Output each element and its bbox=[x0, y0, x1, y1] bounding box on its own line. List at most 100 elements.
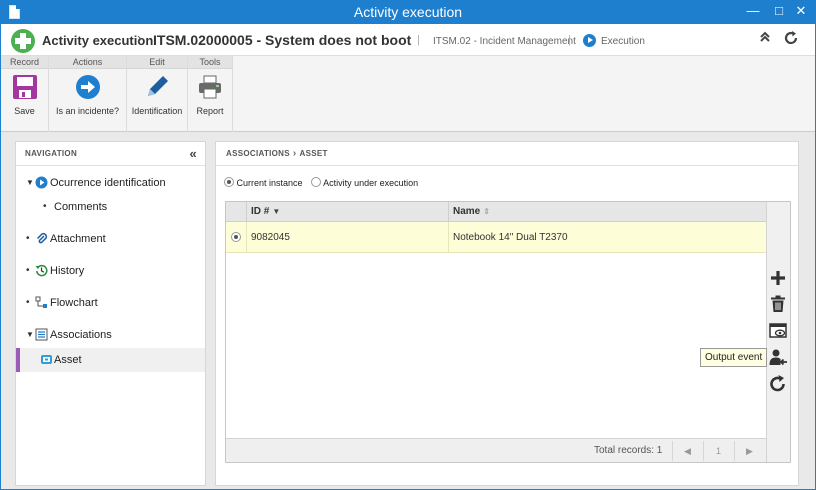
report-label: Report bbox=[196, 106, 224, 116]
play-circle-icon bbox=[583, 34, 596, 47]
navigation-header: NAVIGATION « bbox=[16, 142, 205, 166]
arrow-right-circle-icon bbox=[75, 75, 100, 99]
printer-icon bbox=[199, 75, 221, 99]
expand-arrow-icon: ▼ bbox=[26, 330, 34, 339]
collapse-left-icon[interactable]: « bbox=[189, 142, 197, 166]
save-label: Save bbox=[14, 106, 35, 116]
previous-page-button[interactable]: ◀ bbox=[672, 441, 702, 461]
identification-button[interactable]: Identification bbox=[127, 69, 187, 131]
is-incident-button[interactable]: Is an incidente? bbox=[49, 69, 126, 131]
collapse-up-icon[interactable] bbox=[755, 30, 775, 50]
sort-desc-icon: ▼ bbox=[272, 207, 281, 216]
instance-radio-group: Current instance Activity under executio… bbox=[224, 177, 424, 188]
asset-icon bbox=[41, 355, 52, 364]
pencil-icon bbox=[148, 76, 168, 96]
refresh-button[interactable] bbox=[768, 374, 788, 394]
paperclip-icon bbox=[36, 232, 48, 244]
flowchart-icon bbox=[35, 296, 47, 308]
ribbon-group-tools: Tools Report bbox=[188, 56, 233, 132]
nav-item-ocurrence-identification[interactable]: ▼ Ocurrence identification bbox=[16, 172, 205, 194]
user-output-icon bbox=[769, 349, 787, 366]
grid-header: ID # ▼ Name ⇕ bbox=[226, 202, 766, 222]
breadcrumb-item: ASSET bbox=[299, 149, 328, 158]
identification-label: Identification bbox=[131, 106, 183, 116]
refresh-icon bbox=[770, 375, 785, 392]
asset-panel: ASSOCIATIONS › ASSET Current instance Acti… bbox=[215, 141, 799, 486]
column-header-id[interactable]: ID # ▼ bbox=[246, 202, 448, 222]
bullet-icon: • bbox=[43, 201, 47, 212]
nav-item-history[interactable]: • History bbox=[16, 260, 205, 282]
radio-label: Activity under execution bbox=[323, 178, 419, 188]
nav-item-label: History bbox=[50, 265, 85, 277]
navigation-panel: NAVIGATION « ▼ Ocurrence identification … bbox=[15, 141, 206, 486]
radio-button[interactable] bbox=[311, 177, 322, 187]
nav-item-comments[interactable]: • Comments bbox=[16, 196, 205, 218]
view-button[interactable] bbox=[768, 321, 788, 341]
play-circle-icon bbox=[35, 176, 48, 189]
save-icon bbox=[12, 75, 37, 99]
report-button[interactable]: Report bbox=[188, 69, 232, 131]
nav-item-asset[interactable]: Asset bbox=[16, 348, 205, 372]
minimize-button[interactable]: — bbox=[740, 0, 766, 22]
output-event-tooltip: Output event bbox=[700, 348, 768, 367]
breadcrumb-item[interactable]: ASSOCIATIONS bbox=[226, 149, 290, 158]
history-clock-icon bbox=[35, 264, 48, 277]
ribbon-group-edit: Edit Identification bbox=[127, 56, 188, 132]
table-row[interactable]: 9082045 Notebook 14" Dual T2370 bbox=[226, 222, 766, 253]
ribbon-group-label: Edit bbox=[127, 56, 187, 69]
app-logo-icon bbox=[11, 29, 35, 53]
close-button[interactable]: ✕ bbox=[788, 0, 814, 22]
nav-item-label: Asset bbox=[54, 354, 82, 366]
cell-id: 9082045 bbox=[246, 222, 448, 253]
trash-icon bbox=[771, 295, 785, 312]
total-records: Total records: 1 bbox=[594, 445, 663, 456]
nav-item-label: Associations bbox=[50, 329, 112, 341]
column-header-name[interactable]: Name ⇕ bbox=[448, 202, 766, 222]
header-separator: | bbox=[568, 34, 571, 46]
is-incident-label: Is an incidente? bbox=[55, 106, 120, 116]
refresh-icon[interactable] bbox=[781, 30, 801, 50]
nav-item-label: Attachment bbox=[50, 233, 106, 245]
ribbon-toolbar: Record Save Actions Is an incidente? Edi… bbox=[1, 56, 815, 132]
ribbon-group-label: Tools bbox=[188, 56, 232, 69]
window-title-bar: Activity execution — □ ✕ bbox=[0, 0, 816, 24]
add-button[interactable] bbox=[768, 268, 788, 288]
record-header: Activity execution › ITSM.02000005 - Sys… bbox=[1, 24, 815, 56]
page-number: 1 bbox=[703, 441, 733, 461]
nav-item-label: Ocurrence identification bbox=[50, 177, 166, 189]
expand-arrow-icon: ▼ bbox=[26, 178, 34, 187]
grid-footer: Total records: 1 ◀ 1 ▶ bbox=[226, 438, 766, 462]
cell-name: Notebook 14" Dual T2370 bbox=[448, 222, 766, 253]
next-page-button[interactable]: ▶ bbox=[734, 441, 764, 461]
save-button[interactable]: Save bbox=[1, 69, 48, 131]
output-event-button[interactable] bbox=[768, 348, 788, 368]
bullet-icon: • bbox=[26, 297, 30, 308]
ribbon-group-label: Actions bbox=[49, 56, 126, 69]
bullet-icon: • bbox=[26, 265, 30, 276]
radio-label: Current instance bbox=[236, 178, 303, 188]
radio-current-instance[interactable]: Current instance bbox=[224, 177, 303, 188]
chevron-right-icon: › bbox=[137, 30, 142, 47]
ribbon-group-label: Record bbox=[1, 56, 48, 69]
column-label: ID # bbox=[251, 206, 270, 217]
status-label: Execution bbox=[601, 36, 645, 47]
window-title: Activity execution bbox=[353, 4, 463, 20]
ribbon-group-record: Record Save bbox=[1, 56, 49, 132]
radio-activity-under-execution[interactable]: Activity under execution bbox=[311, 177, 419, 188]
breadcrumb: ASSOCIATIONS › ASSET bbox=[216, 142, 798, 166]
nav-item-attachment[interactable]: • Attachment bbox=[16, 228, 205, 250]
record-title: ITSM.02000005 - System does not boot bbox=[153, 32, 412, 48]
radio-button-checked[interactable] bbox=[224, 177, 234, 187]
column-label: Name bbox=[453, 206, 481, 217]
nav-item-label: Flowchart bbox=[50, 297, 98, 309]
chevron-right-icon: › bbox=[292, 148, 297, 159]
navigation-title: NAVIGATION bbox=[25, 149, 78, 158]
nav-item-flowchart[interactable]: • Flowchart bbox=[16, 292, 205, 314]
plus-icon bbox=[771, 271, 785, 285]
delete-button[interactable] bbox=[768, 294, 788, 314]
window-body: Activity execution › ITSM.02000005 - Sys… bbox=[1, 24, 815, 489]
row-select-radio[interactable] bbox=[231, 232, 241, 242]
view-data-icon bbox=[769, 323, 787, 338]
nav-item-associations[interactable]: ▼ Associations bbox=[16, 324, 205, 346]
nav-item-label: Comments bbox=[54, 201, 108, 213]
